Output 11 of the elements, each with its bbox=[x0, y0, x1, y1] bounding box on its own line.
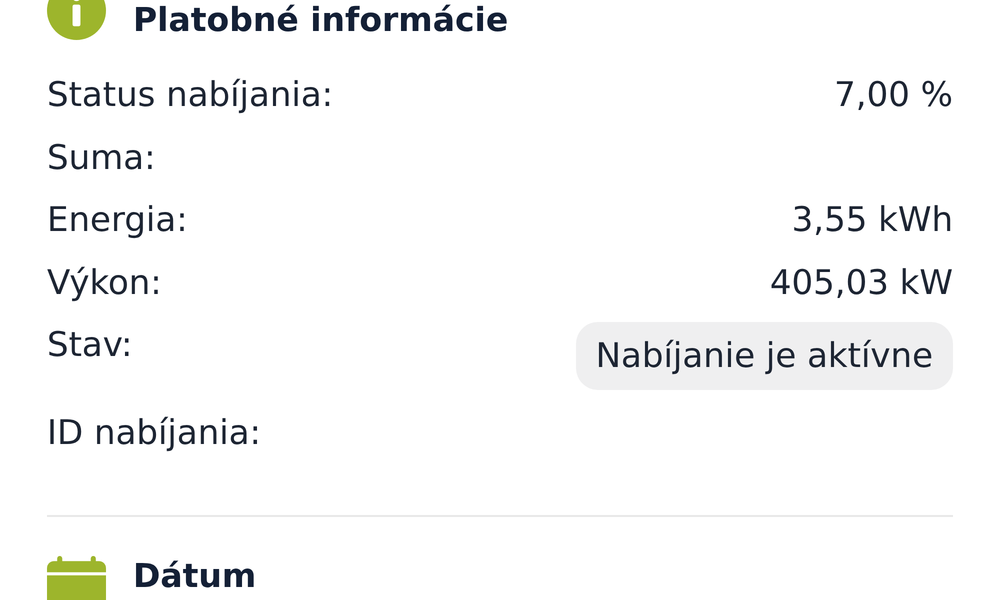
field-label: ID nabíjania: bbox=[47, 412, 261, 452]
field-label: Energia: bbox=[47, 200, 188, 240]
field-value: 405,03 kW bbox=[770, 262, 953, 302]
field-label: Výkon: bbox=[47, 262, 162, 302]
field-value: 3,55 kWh bbox=[792, 200, 953, 240]
field-value: 7,00 % bbox=[834, 75, 953, 115]
status-badge: Nabíjanie je aktívne bbox=[576, 322, 953, 390]
section-title: Platobné informácie bbox=[133, 0, 508, 39]
field-label: Stav: bbox=[47, 325, 132, 365]
section-title: Dátum bbox=[133, 556, 256, 594]
field-label: Status nabíjania: bbox=[47, 75, 334, 115]
